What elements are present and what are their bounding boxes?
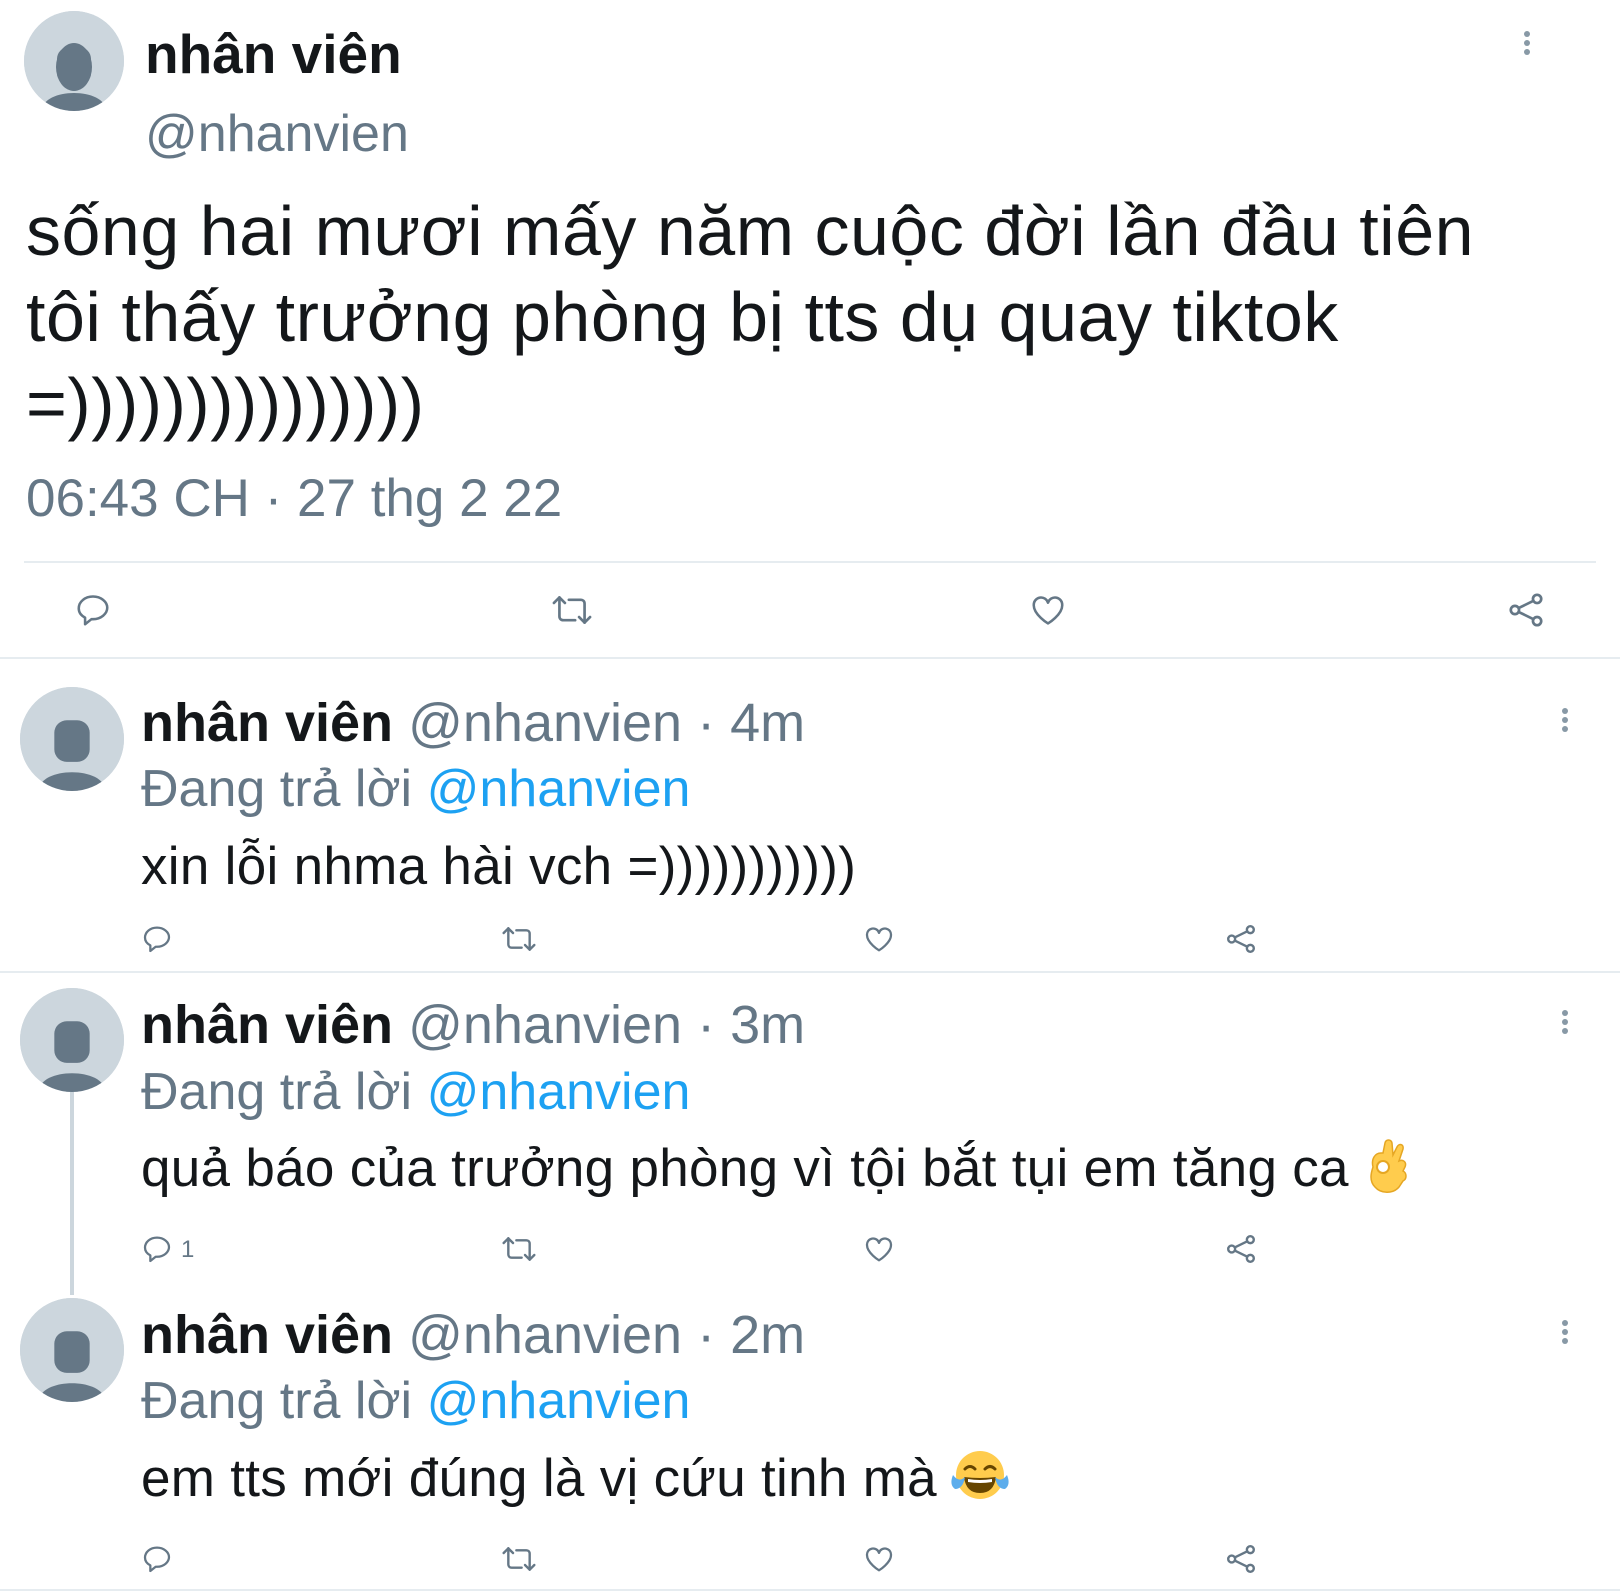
author-name[interactable]: nhân viên (141, 995, 393, 1055)
more-vertical-icon[interactable] (1560, 1319, 1570, 1349)
replying-label: Đang trả lời (141, 760, 413, 818)
divider (24, 561, 1596, 563)
reply-text: xin lỗi nhma hài vch =))))))))))) (141, 837, 857, 896)
ok-hand-emoji (1363, 1137, 1415, 1195)
reply-time[interactable]: 2m (730, 1305, 805, 1365)
retweet-icon[interactable] (500, 1543, 538, 1575)
tweet-text-line: tôi thấy trưởng phòng bị tts dụ quay tik… (26, 278, 1339, 356)
replying-to: Đang trả lời @nhanvien (141, 1062, 690, 1122)
default-avatar-icon (24, 11, 124, 111)
heart-icon[interactable] (1028, 591, 1068, 629)
divider (0, 1589, 1620, 1591)
reply-count: 1 (181, 1236, 195, 1263)
meta-separator: · (249, 469, 298, 528)
avatar[interactable] (20, 1298, 124, 1402)
author-name[interactable]: nhân viên (141, 693, 393, 753)
reply-icon[interactable] (141, 923, 173, 955)
default-avatar-icon (20, 988, 124, 1092)
share-icon[interactable] (1506, 591, 1546, 629)
reply-time[interactable]: 4m (730, 693, 805, 753)
reply-text: quả báo của trưởng phòng vì tội bắt tụi … (141, 1139, 1349, 1198)
retweet-icon[interactable] (500, 923, 538, 955)
mention-link[interactable]: @nhanvien (427, 760, 691, 818)
avatar[interactable] (20, 988, 124, 1092)
reply-icon[interactable] (74, 591, 112, 629)
author-handle[interactable]: @nhanvien (145, 104, 409, 164)
reply-time[interactable]: 3m (730, 995, 805, 1055)
more-vertical-icon[interactable] (1560, 1009, 1570, 1039)
avatar[interactable] (20, 687, 124, 791)
avatar[interactable] (24, 11, 124, 111)
meta-separator: · (682, 693, 731, 753)
tweet-date: 27 thg 2 22 (297, 469, 563, 528)
tears-of-joy-emoji (951, 1449, 1009, 1503)
author-name[interactable]: nhân viên (141, 1305, 393, 1365)
replying-to: Đang trả lời @nhanvien (141, 1371, 690, 1431)
more-vertical-icon[interactable] (1522, 30, 1532, 60)
reply-icon[interactable] (141, 1543, 173, 1575)
reply-icon[interactable] (141, 1233, 173, 1265)
reply-text-container: quả báo của trưởng phòng vì tội bắt tụi … (141, 1138, 1415, 1201)
heart-icon[interactable] (862, 923, 896, 955)
mention-link[interactable]: @nhanvien (427, 1372, 691, 1430)
reply-header: nhân viên @nhanvien · 3m (141, 994, 805, 1056)
author-handle[interactable]: @nhanvien (408, 693, 682, 753)
default-avatar-icon (20, 687, 124, 791)
retweet-icon[interactable] (500, 1233, 538, 1265)
more-vertical-icon[interactable] (1560, 707, 1570, 737)
reply-text: em tts mới đúng là vị cứu tinh mà (141, 1449, 937, 1508)
thread-connector (70, 1089, 74, 1295)
replying-to: Đang trả lời @nhanvien (141, 759, 690, 819)
heart-icon[interactable] (862, 1543, 896, 1575)
retweet-icon[interactable] (550, 591, 594, 629)
heart-icon[interactable] (862, 1233, 896, 1265)
mention-link[interactable]: @nhanvien (427, 1063, 691, 1121)
default-avatar-icon (20, 1298, 124, 1402)
share-icon[interactable] (1224, 923, 1258, 955)
divider (0, 657, 1620, 659)
tweet-time: 06:43 CH (26, 469, 250, 528)
tweet-text: sống hai mươi mấy năm cuộc đời lần đầu t… (26, 188, 1586, 446)
meta-separator: · (682, 995, 731, 1055)
share-icon[interactable] (1224, 1233, 1258, 1265)
divider (0, 971, 1620, 973)
reply-header: nhân viên @nhanvien · 2m (141, 1304, 805, 1366)
share-icon[interactable] (1224, 1543, 1258, 1575)
reply-header: nhân viên @nhanvien · 4m (141, 692, 805, 754)
tweet-text-line: =))))))))))))))) (26, 364, 425, 442)
reply-text-container: em tts mới đúng là vị cứu tinh mà (141, 1448, 1009, 1509)
author-handle[interactable]: @nhanvien (408, 1305, 682, 1365)
tweet-timestamp[interactable]: 06:43 CH · 27 thg 2 22 (26, 468, 562, 529)
replying-label: Đang trả lời (141, 1063, 413, 1121)
tweet-text-line: sống hai mươi mấy năm cuộc đời lần đầu t… (26, 192, 1475, 270)
author-name[interactable]: nhân viên (145, 22, 402, 86)
meta-separator: · (682, 1305, 731, 1365)
author-handle[interactable]: @nhanvien (408, 995, 682, 1055)
replying-label: Đang trả lời (141, 1372, 413, 1430)
